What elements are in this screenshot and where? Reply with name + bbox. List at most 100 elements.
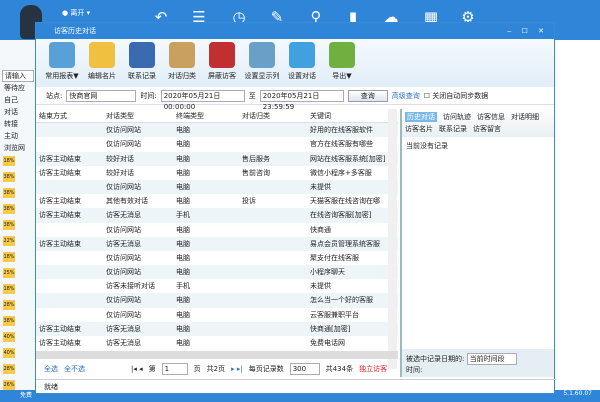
toolbar-icon bbox=[89, 42, 115, 68]
detail-tab[interactable]: 对话明细 bbox=[511, 112, 539, 122]
horizontal-scrollbar[interactable] bbox=[36, 351, 398, 359]
toolbar-button[interactable]: 联系记录 bbox=[122, 39, 162, 87]
site-select[interactable]: 快商官网 bbox=[66, 90, 136, 102]
detail-tab[interactable]: 访客信息 bbox=[477, 112, 505, 122]
table-row[interactable]: 访客主动结束访客无消息电脑快商通[加密] bbox=[36, 322, 398, 336]
column-header[interactable]: 终端类型 bbox=[176, 109, 242, 122]
table-cell: 易点会员管理系统客服 bbox=[310, 237, 398, 251]
table-cell: 电脑 bbox=[176, 293, 242, 307]
table-row[interactable]: 访客主动结束访客无消息电脑免费电话网 bbox=[36, 336, 398, 350]
toolbar-button[interactable]: 屏蔽访客 bbox=[202, 39, 242, 87]
toolbar-button[interactable]: 导出▼ bbox=[322, 39, 362, 87]
detail-tab[interactable]: 访客名片 bbox=[405, 124, 433, 134]
table-row[interactable]: 仅访问网站电脑怎么当一个好的客服 bbox=[36, 293, 398, 307]
window-controls[interactable]: ‒ ☐ ✕ bbox=[507, 23, 548, 39]
toolbar-button[interactable]: 常用报表▼ bbox=[42, 39, 82, 87]
visitor-item[interactable]: 38% bbox=[0, 314, 36, 330]
table-row[interactable]: 仅访问网站电脑小程序聊天 bbox=[36, 265, 398, 279]
tree-item[interactable]: 等待应 bbox=[0, 82, 36, 94]
visitor-item[interactable]: 28% bbox=[0, 362, 36, 378]
tree-item[interactable]: 对话 bbox=[0, 106, 36, 118]
table-row[interactable]: 访客主动结束访客无消息电脑易点会员管理系统客服 bbox=[36, 237, 398, 251]
table-cell bbox=[242, 336, 310, 350]
table-cell: 手机 bbox=[176, 279, 242, 293]
right-app-panel bbox=[555, 40, 600, 390]
tree-item[interactable]: 主动 bbox=[0, 130, 36, 142]
table-cell bbox=[36, 137, 106, 151]
column-header[interactable]: 结束方式 bbox=[36, 109, 106, 122]
end-time-input[interactable]: 2020年05月21日 23:59:59 bbox=[260, 90, 344, 102]
table-cell: 访客主动结束 bbox=[36, 237, 106, 251]
table-row[interactable]: 仅访问网站电脑云客服兼职平台 bbox=[36, 308, 398, 322]
toolbar-button[interactable]: 设置显示列 bbox=[242, 39, 282, 87]
column-header[interactable]: 对话归类 bbox=[242, 109, 310, 122]
visitor-item[interactable]: 38% bbox=[0, 170, 36, 186]
column-header[interactable]: 对话类型 bbox=[106, 109, 176, 122]
sync-checkbox[interactable]: ☐ 关闭自动同步数据 bbox=[424, 91, 489, 101]
toolbar-button[interactable]: 编辑名片 bbox=[82, 39, 122, 87]
tree-item[interactable]: 自己 bbox=[0, 94, 36, 106]
select-none-link[interactable]: 全不选 bbox=[64, 364, 85, 374]
history-dialog: 访客历史对话‒ ☐ ✕ 常用报表▼编辑名片联系记录对话归类屏蔽访客设置显示列设置… bbox=[35, 22, 555, 394]
start-time-input[interactable]: 2020年05月21日 00:00:00 bbox=[161, 90, 245, 102]
visitor-item[interactable]: 40% bbox=[0, 330, 36, 346]
filter-bar: 站点: 快商官网 时间: 2020年05月21日 00:00:00 至 2020… bbox=[36, 87, 554, 105]
detail-tab[interactable]: 访客留言 bbox=[473, 124, 501, 134]
table-cell: 访客主动结束 bbox=[36, 336, 106, 350]
advanced-query-link[interactable]: 高级查询 bbox=[392, 91, 420, 101]
table-cell bbox=[242, 208, 310, 222]
search-input[interactable]: 请输入 bbox=[2, 70, 34, 82]
left-panel: 请输入 等待应 自己 对话 转接 主动 浏览网 18%38%38%38%38%2… bbox=[0, 40, 36, 402]
select-all-link[interactable]: 全选 bbox=[44, 364, 58, 374]
date-range-select[interactable]: 当前时间段 bbox=[467, 353, 517, 365]
table-row[interactable]: 访客未接听对话手机未提供 bbox=[36, 279, 398, 293]
table-cell: 电脑 bbox=[176, 180, 242, 194]
visitor-item[interactable]: 18% bbox=[0, 250, 36, 266]
detail-tab[interactable]: 联系记录 bbox=[439, 124, 467, 134]
table-cell: 访客主动结束 bbox=[36, 152, 106, 166]
table-cell: 访客无消息 bbox=[106, 322, 176, 336]
table-row[interactable]: 访客主动结束较好对话电脑售后服务网站在线客服系统[加密] bbox=[36, 152, 398, 166]
visitor-item[interactable]: 40% bbox=[0, 346, 36, 362]
table-row[interactable]: 访客主动结束访客无消息手机在线咨询客服[加密] bbox=[36, 208, 398, 222]
visitor-item[interactable]: 18% bbox=[0, 154, 36, 170]
table-cell: 仅访问网站 bbox=[106, 223, 176, 237]
toolbar-button[interactable]: 对话归类 bbox=[162, 39, 202, 87]
vertical-scrollbar[interactable] bbox=[388, 109, 397, 369]
visitor-item[interactable]: 25% bbox=[0, 266, 36, 282]
first-prev-page-icon[interactable]: |◂ ◂ bbox=[131, 365, 143, 373]
table-row[interactable]: 访客主动结束较好对话电脑售前咨询微信小程序+多客服 bbox=[36, 166, 398, 180]
table-cell: 电脑 bbox=[176, 265, 242, 279]
table-cell: 其他有效对话 bbox=[106, 194, 176, 208]
detail-tab[interactable]: 历史对话 bbox=[405, 112, 437, 122]
table-row[interactable]: 仅访问网站电脑未提供 bbox=[36, 180, 398, 194]
visitor-item[interactable]: 28% bbox=[0, 298, 36, 314]
tree-item[interactable]: 转接 bbox=[0, 118, 36, 130]
query-button[interactable]: 查询 bbox=[348, 90, 388, 102]
table-cell: 怎么当一个好的客服 bbox=[310, 293, 398, 307]
page-input[interactable]: 1 bbox=[162, 363, 188, 375]
status-dropdown[interactable]: ● 离开 ▾ bbox=[62, 8, 90, 18]
detail-tab[interactable]: 访问轨迹 bbox=[443, 112, 471, 122]
table-cell: 小程序聊天 bbox=[310, 265, 398, 279]
table-row[interactable]: 访客主动结束其他有效对话电脑投诉天猫客服在线咨询在哪 bbox=[36, 194, 398, 208]
visitor-item[interactable]: 22% bbox=[0, 234, 36, 250]
version: 5.1.60.07 bbox=[563, 390, 592, 397]
table-cell: 电脑 bbox=[176, 166, 242, 180]
table-row[interactable]: 仅访问网站电脑聚支付在线客服 bbox=[36, 251, 398, 265]
table-cell bbox=[36, 308, 106, 322]
per-page-select[interactable]: 300 bbox=[290, 363, 320, 375]
table-cell bbox=[242, 223, 310, 237]
visitor-item[interactable]: 38% bbox=[0, 186, 36, 202]
visitor-item[interactable]: 38% bbox=[0, 202, 36, 218]
visitor-item[interactable]: 38% bbox=[0, 218, 36, 234]
table-row[interactable]: 仅访问网站电脑快商通 bbox=[36, 223, 398, 237]
table-row[interactable]: 仅访问网站电脑好用的在线客服软件 bbox=[36, 123, 398, 137]
toolbar-button[interactable]: 设置对话 bbox=[282, 39, 322, 87]
column-header[interactable]: 关键词 bbox=[310, 109, 398, 122]
table-row[interactable]: 仅访问网站电脑官方在线客服有哪些 bbox=[36, 137, 398, 151]
tree-item[interactable]: 浏览网 bbox=[0, 142, 36, 154]
table-cell: 投诉 bbox=[242, 194, 310, 208]
visitor-item[interactable]: 18% bbox=[0, 282, 36, 298]
next-last-page-icon[interactable]: ▸ ▸| bbox=[231, 365, 243, 373]
